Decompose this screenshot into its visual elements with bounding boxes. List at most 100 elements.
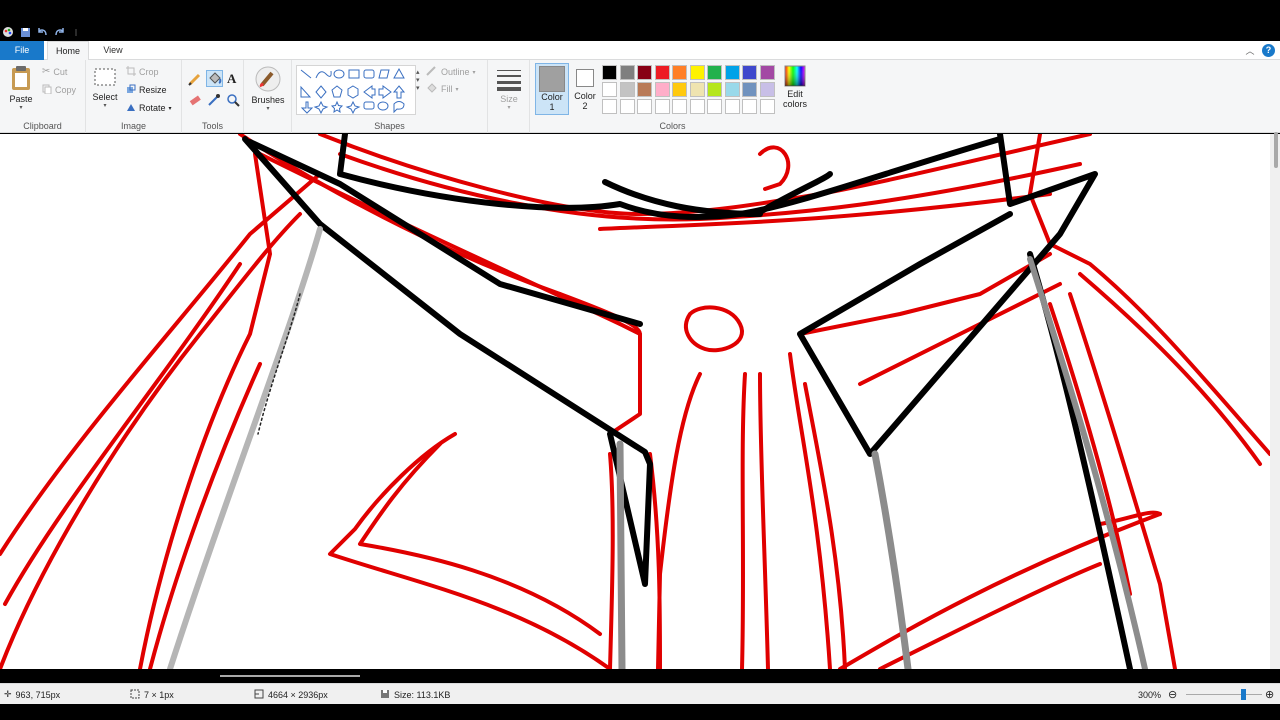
palette-color-swatch[interactable] (637, 82, 652, 97)
palette-color-swatch[interactable] (637, 99, 652, 114)
resize-icon (126, 84, 136, 96)
text-tool-icon[interactable]: A (227, 71, 236, 87)
size-button[interactable]: Size ▾ (494, 66, 524, 111)
drawing-canvas[interactable] (0, 134, 1280, 669)
selection-icon (130, 689, 140, 701)
shapes-icons (300, 67, 406, 115)
pencil-icon[interactable] (188, 72, 202, 88)
tools-group-label: Tools (201, 121, 223, 131)
palette-color-swatch[interactable] (602, 99, 617, 114)
palette-color-swatch[interactable] (619, 65, 635, 80)
image-dimensions-text: 4664 × 2936px (268, 689, 328, 700)
chevron-down-icon: ▾ (103, 103, 107, 109)
chevron-up-icon[interactable]: ︿ (1244, 44, 1256, 56)
save-icon[interactable] (19, 26, 31, 38)
palette-color-swatch[interactable] (742, 82, 757, 97)
brushes-button[interactable]: Brushes ▾ (248, 65, 288, 112)
palette-color-swatch[interactable] (707, 99, 722, 114)
palette-color-swatch[interactable] (742, 65, 757, 80)
palette-color-swatch[interactable] (707, 82, 722, 97)
zoom-out-icon: ⊖ (1168, 689, 1178, 701)
rotate-button[interactable]: Rotate ▾ (126, 102, 172, 114)
cursor-position-text: 963, 715px (15, 689, 61, 700)
palette-color-swatch[interactable] (759, 82, 775, 97)
paint-icon[interactable] (2, 26, 14, 38)
palette-color-swatch[interactable] (689, 65, 705, 80)
clipboard-group: Paste ▾ ✂ Cut Copy Clipboard (0, 60, 86, 133)
palette-color-swatch[interactable] (724, 82, 740, 97)
resize-button[interactable]: Resize (126, 84, 167, 96)
vertical-scrollbar[interactable] (1270, 134, 1280, 669)
ribbon-tabs: File Home View ︿ ? (0, 41, 1280, 61)
palette-color-swatch[interactable] (637, 65, 652, 80)
copy-button[interactable]: Copy (42, 84, 76, 96)
selection-size: 7 × 1px (130, 684, 174, 705)
palette-color-swatch[interactable] (689, 82, 705, 97)
color1-number: 1 (549, 102, 555, 112)
palette-color-swatch[interactable] (689, 99, 705, 114)
redo-icon[interactable] (53, 26, 65, 38)
palette-color-swatch[interactable] (759, 65, 775, 80)
color1-button[interactable]: Color 1 (535, 63, 569, 115)
edit-colors-label-1: Edit (787, 89, 803, 99)
bottom-frame (0, 704, 1280, 720)
quick-access-toolbar (0, 24, 82, 40)
customize-qat-icon[interactable] (70, 26, 82, 38)
rotate-icon (126, 102, 136, 114)
palette-color-swatch[interactable] (672, 65, 687, 80)
palette-color-swatch[interactable] (619, 99, 635, 114)
tab-home[interactable]: Home (47, 41, 89, 61)
palette-color-swatch[interactable] (707, 65, 722, 80)
vertical-scrollbar-thumb[interactable] (1274, 132, 1278, 168)
horizontal-scrollbar-thumb[interactable] (220, 675, 360, 677)
zoom-in-button[interactable]: ⊕ (1265, 684, 1274, 705)
outline-button[interactable]: Outline ▾ (426, 66, 476, 78)
palette-color-swatch[interactable] (672, 82, 687, 97)
eraser-icon[interactable] (188, 93, 202, 109)
palette-color-swatch[interactable] (724, 99, 740, 114)
rotate-label: Rotate (139, 103, 166, 113)
palette-color-swatch[interactable] (724, 65, 740, 80)
undo-icon[interactable] (36, 26, 48, 38)
palette-color-swatch[interactable] (742, 99, 757, 114)
palette-color-swatch[interactable] (654, 82, 670, 97)
tab-view[interactable]: View (94, 41, 132, 60)
clipboard-group-label: Clipboard (23, 121, 62, 131)
help-icon[interactable]: ? (1262, 44, 1275, 57)
red-sketch-lines (0, 134, 1270, 669)
magnifier-icon[interactable] (226, 93, 240, 109)
color-wheel-icon (784, 65, 806, 87)
zoom-out-button[interactable]: ⊖ (1168, 684, 1177, 705)
crop-button[interactable]: Crop (126, 66, 159, 78)
copy-label: Copy (55, 85, 77, 95)
chevron-down-icon: ▾ (507, 105, 511, 111)
image-size-icon (254, 689, 264, 701)
palette-color-swatch[interactable] (602, 65, 617, 80)
crop-label: Crop (139, 67, 159, 77)
palette-color-swatch[interactable] (654, 65, 670, 80)
paste-button[interactable]: Paste ▾ (6, 64, 36, 111)
fill-button[interactable]: Fill ▾ (426, 83, 459, 95)
zoom-slider[interactable] (1186, 689, 1262, 700)
palette-color-swatch[interactable] (672, 99, 687, 114)
palette-color-swatch[interactable] (654, 99, 670, 114)
edit-colors-button[interactable]: Edit colors (780, 64, 810, 116)
crosshair-icon: ✛ (4, 689, 12, 699)
color2-button[interactable]: Color 2 (570, 63, 600, 115)
zoom-slider-thumb[interactable] (1241, 689, 1247, 700)
shapes-gallery[interactable] (296, 65, 416, 115)
file-size-text: Size: 113.1KB (394, 689, 451, 700)
palette-color-swatch[interactable] (759, 99, 775, 114)
shapes-group: ▴ ▾ ▾ Outline ▾ Fill ▾ Shapes (292, 60, 488, 133)
fill-icon (426, 83, 438, 95)
color-picker-icon[interactable] (207, 93, 221, 109)
shapes-scroll-icon[interactable]: ▴ ▾ ▾ (416, 68, 420, 92)
palette-color-swatch[interactable] (619, 82, 635, 97)
select-button[interactable]: Select ▾ (91, 66, 119, 109)
palette-color-swatch[interactable] (602, 82, 617, 97)
cut-button[interactable]: ✂ Cut (42, 66, 67, 77)
size-label: Size (500, 94, 518, 104)
fill-bucket-icon[interactable] (206, 70, 223, 87)
tab-file[interactable]: File (0, 41, 44, 60)
color1-label: Color (541, 92, 563, 102)
